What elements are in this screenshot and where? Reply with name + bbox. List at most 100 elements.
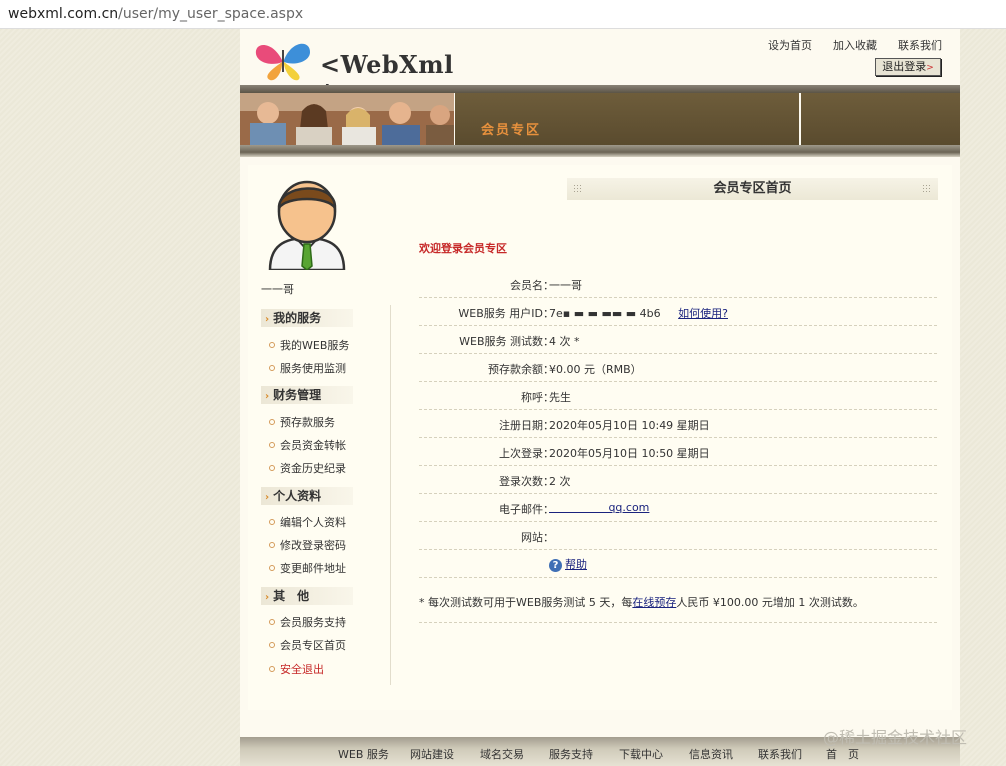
- footer-link-domain[interactable]: 域名交易: [480, 746, 524, 762]
- add-favorite-link[interactable]: 加入收藏: [833, 37, 877, 53]
- sidebar-item-label: 编辑个人资料: [280, 516, 346, 529]
- section-title: 个人资料: [273, 489, 322, 503]
- info-row-test-count: WEB服务 测试数： 4 次 *: [419, 326, 937, 354]
- online-prepay-link[interactable]: 在线预存: [632, 596, 676, 609]
- help-row: ? 帮助: [419, 550, 937, 578]
- sidebar-item-label: 会员资金转帐: [280, 439, 346, 452]
- sidebar-username: 一一哥: [261, 283, 294, 296]
- footer-link-news[interactable]: 信息资讯: [689, 746, 733, 762]
- test-count-note: * 每次测试数可用于WEB服务测试 5 天，每在线预存人民币 ¥100.00 元…: [419, 594, 864, 610]
- contact-us-link[interactable]: 联系我们: [898, 37, 942, 53]
- bullet-icon: [269, 419, 275, 425]
- row-label: WEB服务 用户ID：: [458, 307, 554, 320]
- note-text: * 每次测试数可用于WEB服务测试 5 天，每: [419, 596, 633, 609]
- sidebar-item-member-home[interactable]: 会员专区首页: [269, 637, 346, 653]
- sidebar-item-label: 我的WEB服务: [280, 339, 350, 352]
- banner-top-bar: [240, 85, 960, 93]
- site-logo[interactable]: <WebXml />: [252, 36, 482, 108]
- welcome-text: 欢迎登录会员专区: [419, 242, 507, 255]
- note-text: 人民币 ¥100.00 元增加 1 次测试数。: [676, 596, 864, 609]
- section-title: 我的服务: [273, 311, 322, 325]
- bullet-icon: [269, 442, 275, 448]
- bullet-icon: [269, 565, 275, 571]
- watermark-text: @稀土掘金技术社区: [823, 728, 968, 747]
- footer-link-site-build[interactable]: 网站建设: [410, 746, 454, 762]
- row-label: 注册日期：: [499, 419, 554, 432]
- sidebar-item-change-email[interactable]: 变更邮件地址: [269, 560, 346, 576]
- row-value: 先生: [549, 391, 571, 404]
- sidebar-item-prepaid[interactable]: 预存款服务: [269, 414, 335, 430]
- sidebar-item-label: 服务使用监测: [280, 362, 346, 375]
- bullet-icon: [269, 342, 275, 348]
- info-row-title: 称呼： 先生: [419, 382, 937, 410]
- bullet-icon: [269, 365, 275, 371]
- info-row-user-id: WEB服务 用户ID： 7e▪ ▬ ▬ ▬▬ ▬ 4b6 如何使用?: [419, 298, 937, 326]
- sidebar-item-label: 会员服务支持: [280, 616, 346, 629]
- sidebar-item-transfer[interactable]: 会员资金转帐: [269, 437, 346, 453]
- sidebar-item-label: 安全退出: [280, 663, 324, 676]
- help-link[interactable]: ? 帮助: [549, 556, 587, 572]
- sidebar-item-safe-logout[interactable]: 安全退出: [269, 661, 324, 677]
- info-row-balance: 预存款余额： ¥0.00 元（RMB）: [419, 354, 937, 382]
- row-value: 2020年05月10日 10:49 星期日: [549, 419, 710, 432]
- row-label: WEB服务 测试数：: [459, 335, 554, 348]
- sidebar-item-history[interactable]: 资金历史纪录: [269, 460, 346, 476]
- footer-link-contact[interactable]: 联系我们: [758, 746, 802, 762]
- sidebar-item-edit-profile[interactable]: 编辑个人资料: [269, 514, 346, 530]
- sidebar-item-usage-monitor[interactable]: 服务使用监测: [269, 360, 346, 376]
- info-row-website: 网站：: [419, 522, 937, 550]
- section-title: 其 他: [273, 589, 310, 603]
- sidebar-divider: [390, 305, 391, 685]
- sidebar-item-my-web-services[interactable]: 我的WEB服务: [269, 337, 349, 353]
- main-title-bar: 会员专区首页: [567, 178, 938, 200]
- note-divider: [419, 622, 937, 623]
- set-homepage-link[interactable]: 设为首页: [768, 37, 812, 53]
- bullet-icon: [269, 666, 275, 672]
- sidebar-item-label: 会员专区首页: [280, 639, 346, 652]
- row-label: 网站：: [521, 531, 554, 544]
- banner-bottom-bar: [240, 145, 960, 157]
- bullet-icon: [269, 519, 275, 525]
- section-title: 财务管理: [273, 388, 322, 402]
- footer-link-download[interactable]: 下载中心: [619, 746, 663, 762]
- help-icon: ?: [549, 558, 562, 572]
- main-title: 会员专区首页: [713, 181, 792, 196]
- footer-link-support[interactable]: 服务支持: [549, 746, 593, 762]
- footer-link-web-service[interactable]: WEB 服务: [338, 746, 389, 762]
- sidebar-item-label: 变更邮件地址: [280, 562, 346, 575]
- chevron-right-icon: ›: [265, 492, 270, 503]
- browser-address-bar[interactable]: webxml.com.cn/user/my_user_space.aspx: [0, 0, 1006, 29]
- row-label: 上次登录：: [499, 447, 554, 460]
- how-to-use-link[interactable]: 如何使用?: [678, 307, 728, 320]
- row-label: 登录次数：: [499, 475, 554, 488]
- footer-link-home[interactable]: 首 页: [826, 746, 859, 762]
- banner-photo: [240, 93, 454, 145]
- user-avatar-icon: [268, 180, 346, 272]
- sidebar-section-finance: › 财务管理: [261, 386, 353, 404]
- sidebar-section-other: › 其 他: [261, 587, 353, 605]
- row-label: 电子邮件：: [499, 503, 554, 516]
- banner-right: [801, 93, 960, 145]
- row-value: ¥0.00 元（RMB）: [549, 363, 642, 376]
- url-text: webxml.com.cn/user/my_user_space.aspx: [8, 6, 304, 22]
- info-row-login-count: 登录次数： 2 次: [419, 466, 937, 494]
- logout-button[interactable]: 退出登录>: [875, 58, 941, 76]
- sidebar-item-support[interactable]: 会员服务支持: [269, 614, 346, 630]
- sidebar-section-my-services: › 我的服务: [261, 309, 353, 327]
- sidebar-item-change-password[interactable]: 修改登录密码: [269, 537, 346, 553]
- logout-button-label: 退出登录: [882, 60, 927, 73]
- grip-icon: [573, 184, 583, 194]
- row-value: qq.com: [549, 501, 649, 514]
- help-label: 帮助: [565, 558, 587, 571]
- row-value: 4 次 *: [549, 335, 580, 348]
- user-avatar: [266, 176, 348, 272]
- row-value: 2020年05月10日 10:50 星期日: [549, 447, 710, 460]
- row-label: 预存款余额：: [488, 363, 554, 376]
- butterfly-logo-icon: [255, 43, 310, 81]
- chevron-right-icon: ›: [265, 592, 270, 603]
- user-id-value: 7e▪ ▬ ▬ ▬▬ ▬ 4b6: [549, 307, 661, 320]
- bullet-icon: [269, 465, 275, 471]
- email-link[interactable]: qq.com: [549, 501, 649, 514]
- chevron-right-icon: ›: [265, 314, 270, 325]
- banner-title: 会员专区: [481, 123, 542, 138]
